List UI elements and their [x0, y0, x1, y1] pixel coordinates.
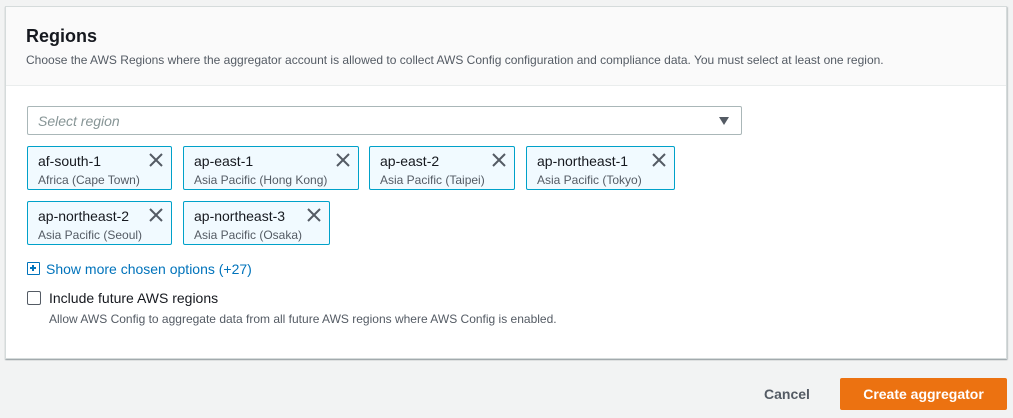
token-name: ap-northeast-3 [194, 208, 286, 224]
panel-title: Regions [26, 26, 98, 46]
token-name: ap-northeast-2 [38, 208, 130, 224]
token-name: ap-east-2 [380, 153, 440, 169]
region-token: ap-northeast-1 Asia Pacific (Tokyo) [526, 146, 675, 190]
regions-panel: Regions Choose the AWS Regions where the… [5, 6, 1007, 359]
token-description: Asia Pacific (Osaka) [194, 228, 303, 242]
close-icon[interactable] [490, 151, 508, 169]
close-icon[interactable] [650, 151, 668, 169]
caret-down-icon [719, 117, 729, 125]
region-token: ap-east-2 Asia Pacific (Taipei) [369, 146, 515, 190]
token-description: Asia Pacific (Taipei) [380, 173, 485, 187]
region-select[interactable]: Select region [27, 106, 742, 135]
include-future-regions-checkbox[interactable] [27, 291, 41, 305]
token-name: af-south-1 [38, 153, 102, 169]
region-token: ap-east-1 Asia Pacific (Hong Kong) [183, 146, 359, 190]
close-icon[interactable] [147, 151, 165, 169]
close-icon[interactable] [305, 206, 323, 224]
region-select-placeholder: Select region [38, 113, 120, 129]
token-description: Asia Pacific (Seoul) [38, 228, 143, 242]
close-icon[interactable] [147, 206, 165, 224]
cancel-button[interactable]: Cancel [744, 378, 830, 410]
plus-square-icon [27, 262, 40, 275]
include-future-regions-label[interactable]: Include future AWS regions [49, 290, 218, 306]
token-name: ap-northeast-1 [537, 153, 629, 169]
region-token: ap-northeast-2 Asia Pacific (Seoul) [27, 201, 172, 245]
region-token: ap-northeast-3 Asia Pacific (Osaka) [183, 201, 330, 245]
token-description: Asia Pacific (Tokyo) [537, 173, 642, 187]
show-more-label: Show more chosen options (+27) [46, 261, 252, 277]
include-future-regions-description: Allow AWS Config to aggregate data from … [49, 312, 557, 326]
panel-header: Regions Choose the AWS Regions where the… [6, 7, 1006, 86]
close-icon[interactable] [334, 151, 352, 169]
token-description: Asia Pacific (Hong Kong) [194, 173, 328, 187]
create-aggregator-button[interactable]: Create aggregator [840, 378, 1007, 410]
panel-description: Choose the AWS Regions where the aggrega… [26, 53, 884, 67]
token-name: ap-east-1 [194, 153, 254, 169]
region-token: af-south-1 Africa (Cape Town) [27, 146, 172, 190]
token-description: Africa (Cape Town) [38, 173, 140, 187]
